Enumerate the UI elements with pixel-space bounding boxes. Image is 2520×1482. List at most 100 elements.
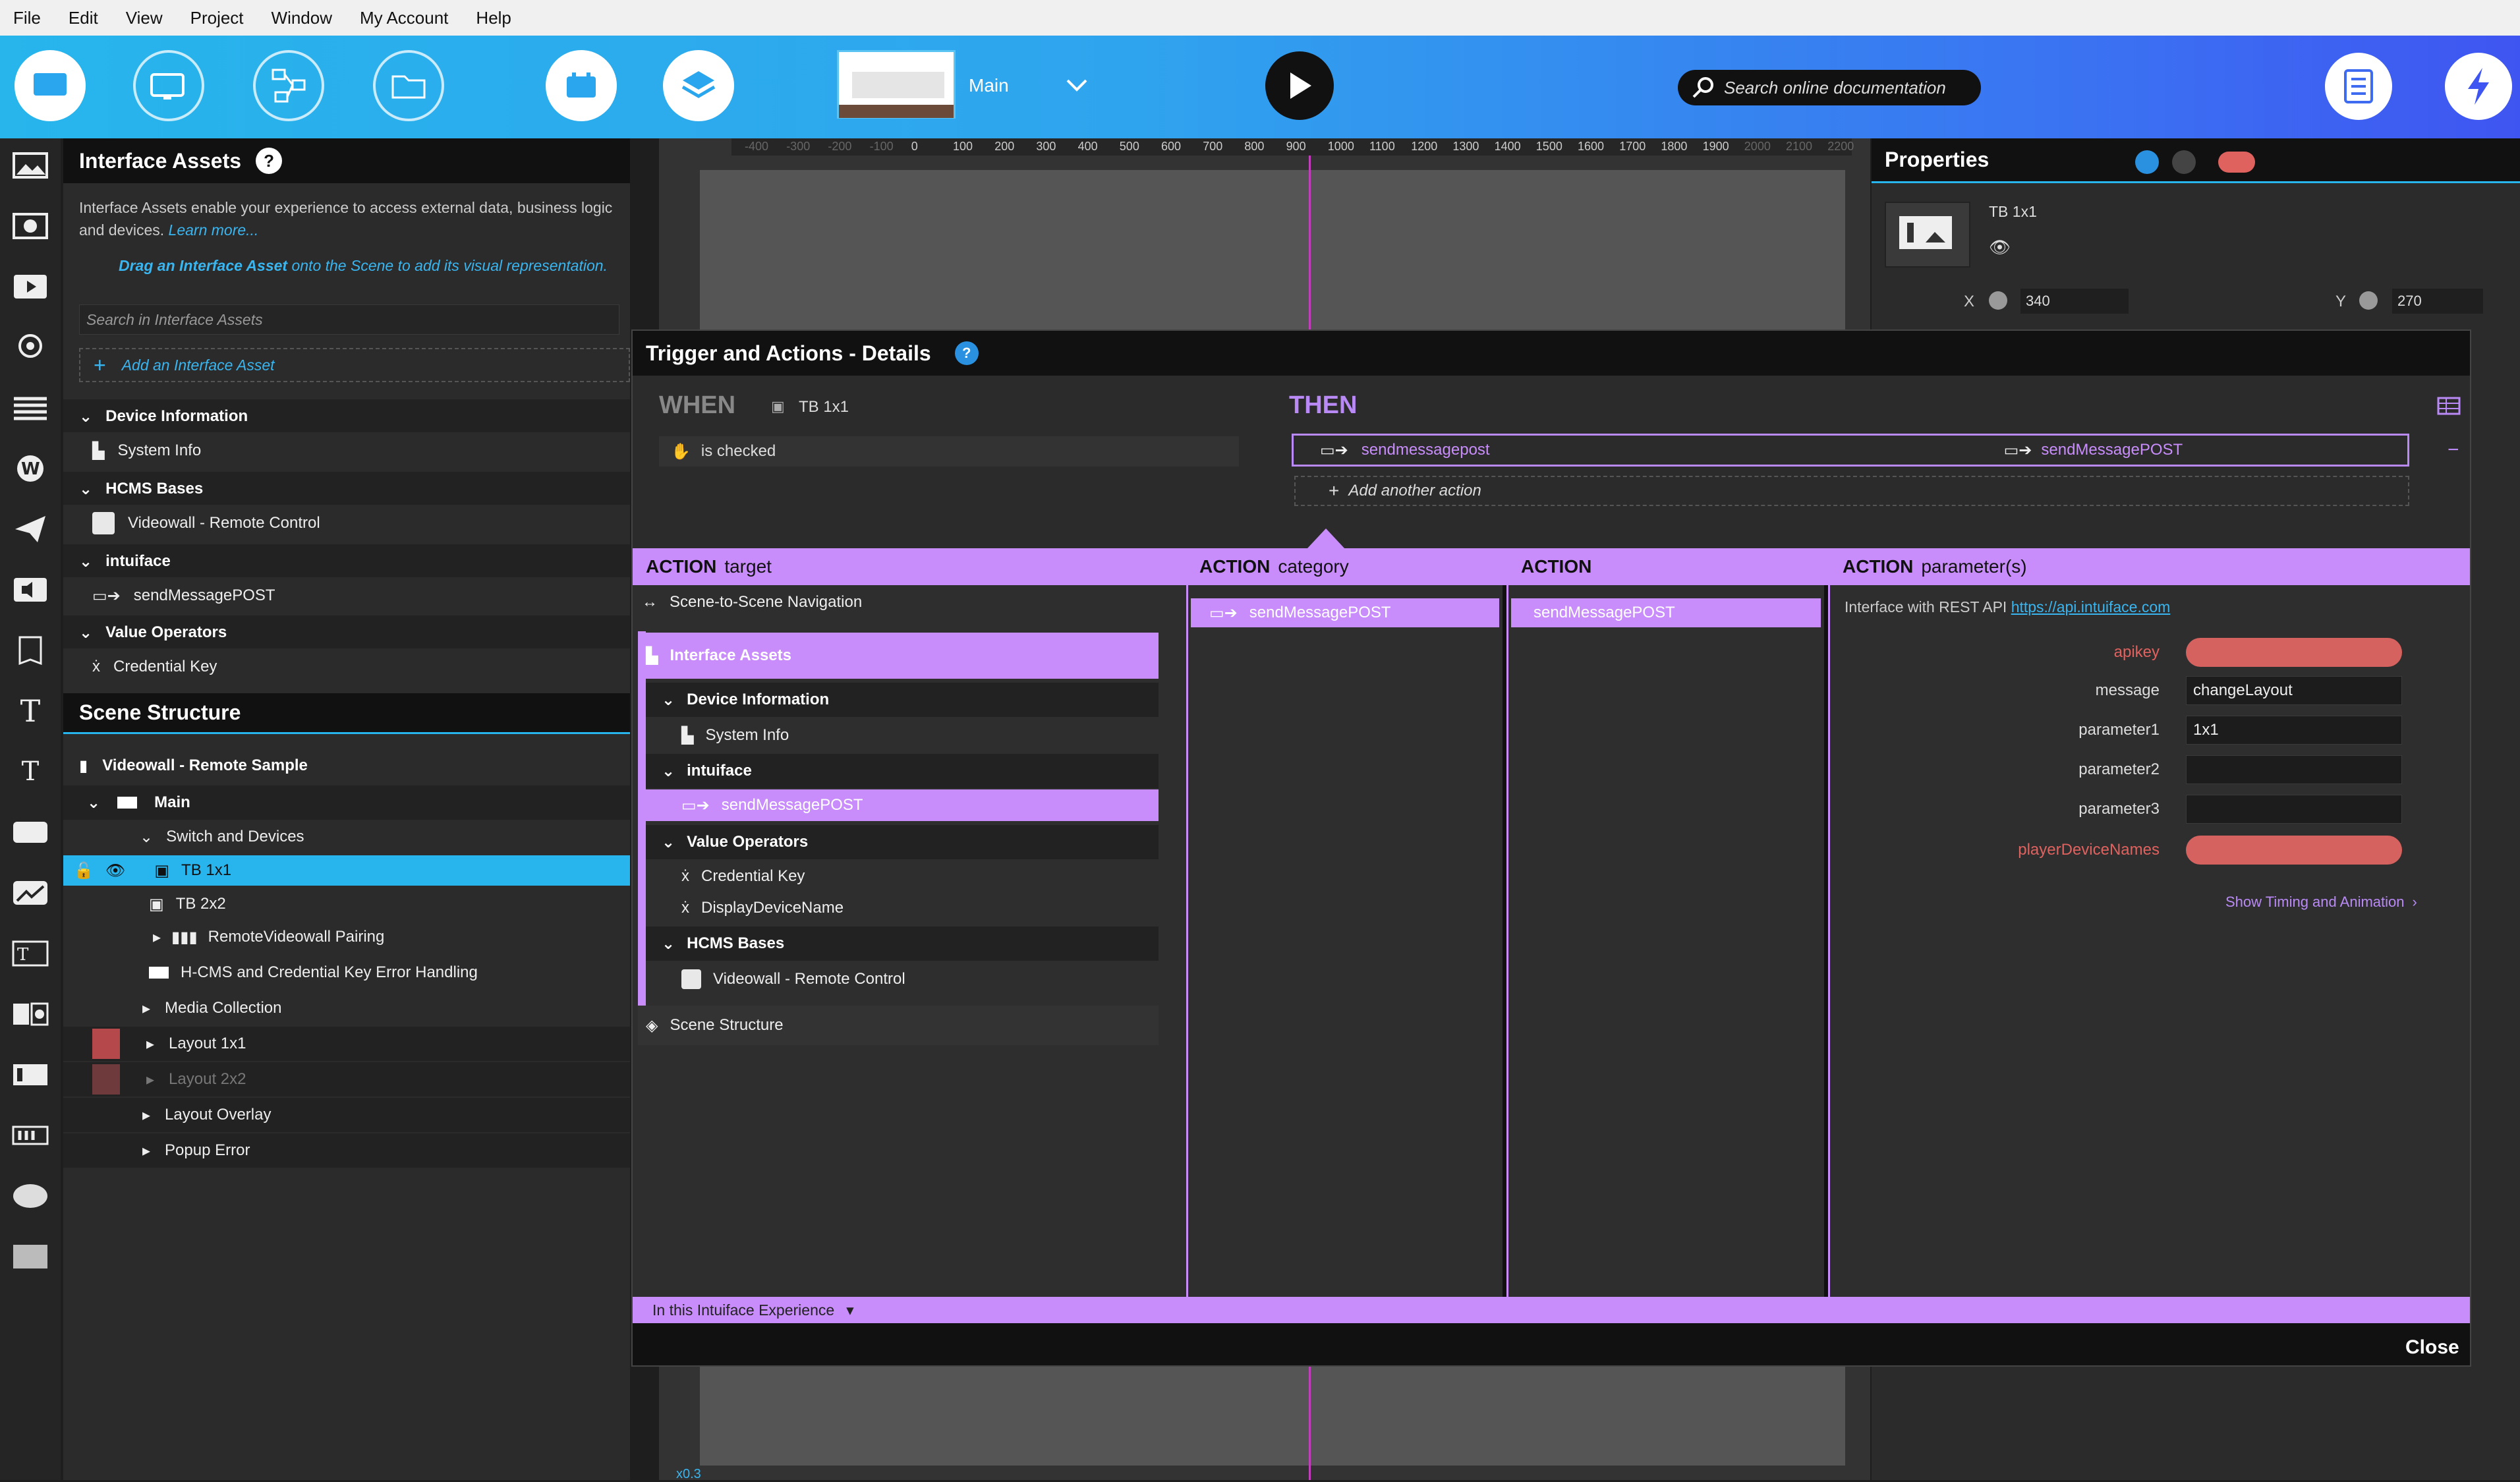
- html-icon[interactable]: [11, 634, 50, 667]
- layers-button[interactable]: [663, 50, 734, 121]
- toggle-switch-icon[interactable]: [11, 998, 50, 1031]
- tree-item-pairing[interactable]: ▸ ▮▮▮ RemoteVideowall Pairing: [63, 920, 630, 954]
- send-icon[interactable]: [11, 513, 50, 546]
- player-button[interactable]: [546, 50, 617, 121]
- target-scene-navigation[interactable]: ↔ Scene-to-Scene Navigation: [639, 585, 1180, 619]
- menu-my-account[interactable]: My Account: [360, 8, 448, 28]
- param-message-field[interactable]: changeLayout: [2186, 676, 2402, 705]
- tree-item-main[interactable]: ⌄ Main: [63, 785, 630, 820]
- param-parameter2-field[interactable]: [2186, 755, 2402, 784]
- eye-icon[interactable]: 👁: [105, 861, 125, 880]
- media-player-icon[interactable]: [11, 270, 50, 303]
- asset-system-info[interactable]: ▙ System Info: [63, 432, 630, 469]
- asset-videowall[interactable]: Videowall - Remote Control: [63, 505, 630, 542]
- tree-item-layout-2x2[interactable]: ▸ Layout 2x2: [63, 1062, 630, 1097]
- tree-item-media-collection[interactable]: ▸ Media Collection: [63, 991, 630, 1025]
- scope-bar[interactable]: In this Intuiface Experience ▾: [633, 1297, 2470, 1323]
- param-playerdevicenames-field[interactable]: [2186, 836, 2402, 865]
- target-credential-key[interactable]: ẋ Credential Key: [646, 859, 1159, 894]
- dataflow-button[interactable]: [253, 50, 324, 121]
- menu-help[interactable]: Help: [476, 8, 511, 28]
- tree-item-tb-2x2[interactable]: ▣ TB 2x2: [63, 887, 630, 921]
- trigger-row[interactable]: ✋ is checked: [659, 436, 1239, 467]
- video-asset-icon[interactable]: [11, 210, 50, 242]
- x-binding-dot[interactable]: [1989, 291, 2007, 310]
- asset-sendmessagepost[interactable]: ▭➔ sendMessagePOST: [63, 577, 630, 614]
- menu-view[interactable]: View: [126, 8, 163, 28]
- y-binding-dot[interactable]: [2359, 291, 2378, 310]
- target-interface-assets[interactable]: ▙ Interface Assets: [638, 633, 1159, 679]
- group-hcms-bases[interactable]: ⌄ HCMS Bases: [63, 472, 630, 506]
- ellipse-icon[interactable]: [11, 1180, 50, 1212]
- target-device-information[interactable]: ⌄ Device Information: [646, 683, 1159, 717]
- scene-root[interactable]: ▮ Videowall - Remote Sample: [63, 749, 630, 783]
- visibility-eye-icon[interactable]: [92, 1029, 120, 1059]
- search-assets-input[interactable]: Search in Interface Assets: [79, 304, 619, 335]
- web-icon[interactable]: W: [11, 452, 50, 485]
- help-icon[interactable]: ?: [256, 148, 283, 174]
- help-icon[interactable]: ?: [954, 341, 979, 365]
- rectangle-icon[interactable]: [11, 1240, 50, 1273]
- toggle-button-icon[interactable]: [11, 876, 50, 909]
- table-icon[interactable]: [2437, 397, 2461, 415]
- webcam-icon[interactable]: [11, 331, 50, 364]
- checklist-button[interactable]: [2325, 53, 2392, 120]
- image-toggle-icon[interactable]: [11, 1058, 50, 1091]
- scene-mode-button[interactable]: [14, 50, 86, 121]
- group-value-operators[interactable]: ⌄ Value Operators: [63, 615, 630, 650]
- tree-item-tb-1x1[interactable]: 🔓 👁 ▣ TB 1x1: [63, 855, 630, 886]
- add-action-button[interactable]: + Add another action: [1294, 476, 2409, 506]
- x-field[interactable]: 340: [2020, 289, 2129, 314]
- group-intuiface[interactable]: ⌄ intuiface: [63, 544, 630, 579]
- menu-project[interactable]: Project: [190, 8, 244, 28]
- param-apikey-field[interactable]: [2186, 638, 2402, 667]
- tree-item-layout-1x1[interactable]: ▸ Layout 1x1: [63, 1027, 630, 1061]
- param-parameter1-field[interactable]: 1x1: [2186, 716, 2402, 745]
- menu-window[interactable]: Window: [272, 8, 332, 28]
- y-field[interactable]: 270: [2392, 289, 2483, 314]
- documentation-search[interactable]: Search online documentation: [1678, 70, 1981, 105]
- target-system-info[interactable]: ▙ System Info: [646, 718, 1159, 753]
- document-icon[interactable]: [11, 391, 50, 424]
- tree-item-layout-overlay[interactable]: ▸ Layout Overlay: [63, 1098, 630, 1132]
- category-sendmessagepost[interactable]: ▭➔ sendMessagePOST: [1191, 598, 1499, 627]
- chevron-down-icon[interactable]: [1065, 78, 1089, 94]
- target-hcms-bases[interactable]: ⌄ HCMS Bases: [646, 926, 1159, 961]
- tree-item-popup-error[interactable]: ▸ Popup Error: [63, 1133, 630, 1168]
- devices-button[interactable]: [133, 50, 204, 121]
- hidden-eye-icon[interactable]: [92, 1064, 120, 1095]
- target-value-operators[interactable]: ⌄ Value Operators: [646, 825, 1159, 859]
- link-icon[interactable]: [2135, 150, 2159, 174]
- publish-button[interactable]: [2445, 53, 2512, 120]
- audio-icon[interactable]: [11, 573, 50, 606]
- target-sendmessagepost[interactable]: ▭➔ sendMessagePOST: [646, 789, 1159, 821]
- play-button[interactable]: [1265, 51, 1334, 120]
- tree-item-switch-devices[interactable]: ⌄ Switch and Devices: [63, 820, 630, 854]
- asset-credential-key[interactable]: ẋ Credential Key: [63, 648, 630, 685]
- lock-icon[interactable]: 🔓: [74, 861, 94, 880]
- menu-file[interactable]: File: [13, 8, 41, 28]
- globe-icon[interactable]: [2172, 150, 2196, 174]
- remove-action-icon[interactable]: −: [2448, 439, 2459, 461]
- binding-icon[interactable]: [2218, 152, 2255, 173]
- action-sendmessagepost[interactable]: sendMessagePOST: [1511, 598, 1821, 627]
- button-icon[interactable]: [11, 816, 50, 849]
- tree-item-error-handling[interactable]: H-CMS and Credential Key Error Handling: [63, 955, 630, 990]
- text-icon[interactable]: T: [11, 693, 50, 729]
- param-parameter3-field[interactable]: [2186, 795, 2402, 824]
- close-button[interactable]: Close: [2405, 1336, 2459, 1359]
- group-device-information[interactable]: ⌄ Device Information: [63, 399, 630, 434]
- target-videowall[interactable]: Videowall - Remote Control: [646, 962, 1159, 996]
- add-interface-asset-button[interactable]: + Add an Interface Asset: [79, 348, 630, 382]
- menu-edit[interactable]: Edit: [69, 8, 98, 28]
- carousel-icon[interactable]: [11, 1119, 50, 1152]
- target-scene-structure[interactable]: ◈ Scene Structure: [638, 1006, 1159, 1045]
- target-display-device-name[interactable]: ẋ DisplayDeviceName: [646, 891, 1159, 925]
- show-timing-link[interactable]: Show Timing and Animation ›: [2225, 894, 2417, 911]
- visibility-eye-icon[interactable]: 👁: [1989, 237, 2011, 258]
- api-link[interactable]: https://api.intuiface.com: [2011, 598, 2171, 615]
- action-row-selected[interactable]: ▭➔ sendmessagepost ▭➔ sendMessagePOST: [1292, 434, 2409, 467]
- image-asset-icon[interactable]: [11, 149, 50, 182]
- text-style-icon[interactable]: T: [11, 755, 50, 788]
- folder-button[interactable]: [373, 50, 444, 121]
